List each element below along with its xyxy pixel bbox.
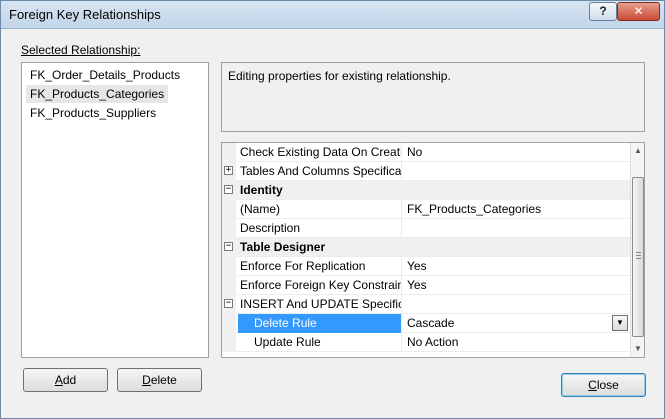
row-gutter: − bbox=[222, 238, 236, 257]
minus-box-icon[interactable]: − bbox=[224, 185, 233, 194]
property-value[interactable]: No Action bbox=[404, 333, 630, 352]
relationship-list[interactable]: FK_Order_Details_Products FK_Products_Ca… bbox=[21, 62, 209, 358]
row-gutter bbox=[222, 219, 236, 238]
description-text: Editing properties for existing relation… bbox=[228, 69, 451, 83]
property-value[interactable] bbox=[404, 295, 630, 314]
row-gutter bbox=[222, 314, 236, 333]
property-row-selected[interactable]: Delete Rule Cascade ▼ bbox=[222, 314, 630, 333]
vertical-scrollbar[interactable]: ▲ ▼ bbox=[630, 143, 644, 357]
selected-relationship-label-text: Selected Relationship: bbox=[21, 43, 141, 57]
property-name: Update Rule bbox=[238, 333, 402, 352]
property-row[interactable]: + Tables And Columns Specificat bbox=[222, 162, 630, 181]
property-name: Enforce For Replication bbox=[238, 257, 402, 276]
property-row[interactable]: − INSERT And UPDATE Specificat bbox=[222, 295, 630, 314]
relationship-item[interactable]: FK_Order_Details_Products bbox=[26, 66, 184, 84]
minus-box-icon[interactable]: − bbox=[224, 242, 233, 251]
property-value[interactable]: FK_Products_Categories bbox=[404, 200, 630, 219]
property-row[interactable]: Description bbox=[222, 219, 630, 238]
property-value[interactable] bbox=[404, 162, 630, 181]
property-name: Description bbox=[238, 219, 402, 238]
foreign-key-relationships-dialog: Foreign Key Relationships ? ✕ Selected R… bbox=[0, 0, 665, 419]
property-name: INSERT And UPDATE Specificat bbox=[238, 295, 402, 314]
minus-box-icon[interactable]: − bbox=[224, 299, 233, 308]
property-row[interactable]: Enforce For Replication Yes bbox=[222, 257, 630, 276]
property-name: Enforce Foreign Key Constraint bbox=[238, 276, 402, 295]
chevron-down-icon[interactable]: ▼ bbox=[612, 315, 628, 331]
property-row[interactable]: Update Rule No Action bbox=[222, 333, 630, 352]
property-value-dropdown[interactable]: Cascade bbox=[404, 314, 630, 333]
row-gutter bbox=[222, 333, 236, 352]
scroll-up-arrow-icon[interactable]: ▲ bbox=[631, 143, 644, 159]
close-button[interactable]: Close bbox=[561, 373, 646, 397]
property-name: Tables And Columns Specificat bbox=[238, 162, 402, 181]
property-value[interactable]: Yes bbox=[404, 276, 630, 295]
row-gutter bbox=[222, 257, 236, 276]
property-name: Delete Rule bbox=[238, 314, 402, 333]
delete-button[interactable]: Delete bbox=[117, 368, 202, 392]
property-row[interactable]: Enforce Foreign Key Constraint Yes bbox=[222, 276, 630, 295]
description-panel: Editing properties for existing relation… bbox=[221, 62, 645, 132]
category-row-identity[interactable]: − Identity bbox=[222, 181, 630, 200]
row-gutter bbox=[222, 143, 236, 162]
property-value[interactable] bbox=[404, 219, 630, 238]
scroll-down-arrow-icon[interactable]: ▼ bbox=[631, 341, 644, 357]
row-gutter bbox=[222, 200, 236, 219]
help-button[interactable]: ? bbox=[589, 2, 617, 21]
row-gutter: + bbox=[222, 162, 236, 181]
window-title: Foreign Key Relationships bbox=[9, 7, 161, 22]
scrollbar-grip bbox=[636, 252, 641, 259]
row-gutter bbox=[222, 276, 236, 295]
add-button[interactable]: Add bbox=[23, 368, 108, 392]
plus-box-icon[interactable]: + bbox=[224, 166, 233, 175]
category-name: Identity bbox=[240, 183, 283, 197]
close-window-button[interactable]: ✕ bbox=[617, 2, 660, 21]
selected-relationship-label: Selected Relationship: bbox=[21, 43, 140, 57]
category-name: Table Designer bbox=[240, 240, 326, 254]
title-bar: Foreign Key Relationships ? ✕ bbox=[1, 1, 664, 29]
property-grid[interactable]: Check Existing Data On Creatio No + Tabl… bbox=[221, 142, 645, 358]
relationship-item[interactable]: FK_Products_Suppliers bbox=[26, 104, 160, 122]
property-row[interactable]: (Name) FK_Products_Categories bbox=[222, 200, 630, 219]
property-name: (Name) bbox=[238, 200, 402, 219]
property-name: Check Existing Data On Creatio bbox=[238, 143, 402, 162]
row-gutter: − bbox=[222, 181, 236, 200]
category-row-table-designer[interactable]: − Table Designer bbox=[222, 238, 630, 257]
relationship-item-selected[interactable]: FK_Products_Categories bbox=[26, 85, 169, 103]
scrollbar-thumb[interactable] bbox=[632, 177, 644, 337]
property-value[interactable]: Yes bbox=[404, 257, 630, 276]
property-value[interactable]: No bbox=[404, 143, 630, 162]
row-gutter: − bbox=[222, 295, 236, 314]
property-row[interactable]: Check Existing Data On Creatio No bbox=[222, 143, 630, 162]
